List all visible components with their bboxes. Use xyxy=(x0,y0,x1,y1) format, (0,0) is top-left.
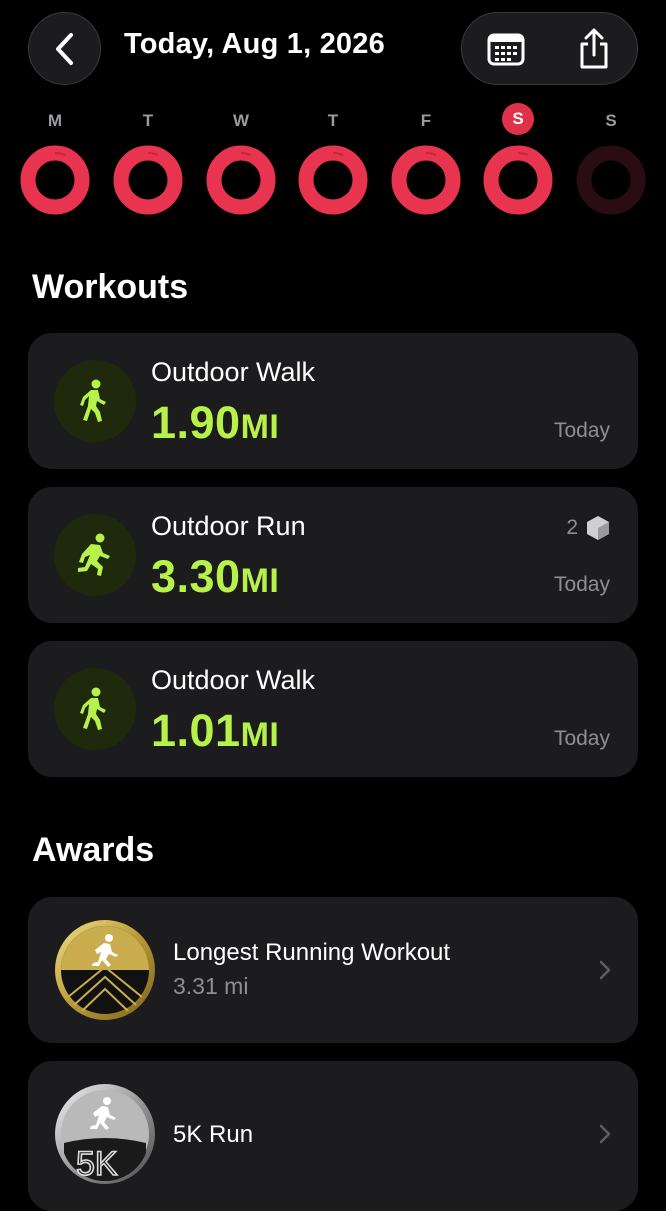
day-letter: S xyxy=(502,103,534,135)
distance-unit: MI xyxy=(240,562,280,600)
award-card-longest-run[interactable]: Longest Running Workout 3.31 mi xyxy=(28,897,638,1043)
day-letter: T xyxy=(327,111,339,130)
chevron-right-icon xyxy=(599,960,611,980)
calendar-button[interactable] xyxy=(462,13,550,84)
activity-ring[interactable] xyxy=(113,145,183,215)
award-detail: 3.31 mi xyxy=(173,973,249,999)
share-button[interactable] xyxy=(550,13,638,84)
back-button[interactable] xyxy=(28,12,101,85)
distance-value: 1.90 xyxy=(151,397,241,448)
svg-text:5K: 5K xyxy=(76,1145,118,1183)
gold-medal-icon xyxy=(55,920,155,1020)
header-actions xyxy=(461,12,638,85)
workout-date: Today xyxy=(553,419,610,442)
chevron-right-icon xyxy=(599,1124,611,1144)
awards-section-title: Awards xyxy=(32,831,155,869)
page-title: Today, Aug 1, 2026 xyxy=(124,28,385,60)
workout-card[interactable]: Outdoor Run 3.30MI Today 2 xyxy=(28,487,638,623)
workout-card[interactable]: Outdoor Walk 1.01MI Today xyxy=(28,641,638,777)
walk-icon xyxy=(54,668,136,750)
run-icon xyxy=(54,514,136,596)
workout-name: Outdoor Walk xyxy=(151,665,316,695)
activity-ring[interactable] xyxy=(391,145,461,215)
distance-value: 1.01 xyxy=(151,705,241,756)
badge-count: 2 xyxy=(566,516,578,539)
activity-ring[interactable] xyxy=(298,145,368,215)
award-name: 5K Run xyxy=(173,1121,254,1148)
workout-date: Today xyxy=(553,573,610,596)
workout-name: Outdoor Run xyxy=(151,511,306,541)
day-letter: W xyxy=(232,111,250,130)
share-icon xyxy=(580,28,608,68)
award-card-5k-run[interactable]: 5K 5K Run xyxy=(28,1061,638,1211)
distance-value: 3.30 xyxy=(151,551,241,602)
workout-distance: 3.30MI xyxy=(151,551,279,603)
workout-distance: 1.90MI xyxy=(151,397,279,449)
workout-card[interactable]: Outdoor Walk 1.90MI Today xyxy=(28,333,638,469)
workout-distance: 1.01MI xyxy=(151,705,279,757)
distance-unit: MI xyxy=(240,716,280,754)
day-letter: F xyxy=(420,111,432,130)
chevron-left-icon xyxy=(55,32,73,65)
day-letter: S xyxy=(605,111,617,130)
activity-ring[interactable] xyxy=(483,145,553,215)
activity-ring[interactable] xyxy=(576,145,646,215)
workout-badge: 2 xyxy=(566,515,610,541)
activity-ring[interactable] xyxy=(20,145,90,215)
activity-ring[interactable] xyxy=(206,145,276,215)
walk-icon xyxy=(54,360,136,442)
hexagon-badge-icon xyxy=(587,516,609,540)
distance-unit: MI xyxy=(240,408,280,446)
silver-5k-medal-icon: 5K xyxy=(55,1084,155,1184)
workout-name: Outdoor Walk xyxy=(151,357,316,387)
workout-date: Today xyxy=(553,727,610,750)
calendar-icon xyxy=(487,33,525,65)
day-letter: M xyxy=(47,111,63,130)
day-letter: T xyxy=(142,111,154,130)
workouts-section-title: Workouts xyxy=(32,268,189,306)
award-name: Longest Running Workout xyxy=(173,939,451,966)
